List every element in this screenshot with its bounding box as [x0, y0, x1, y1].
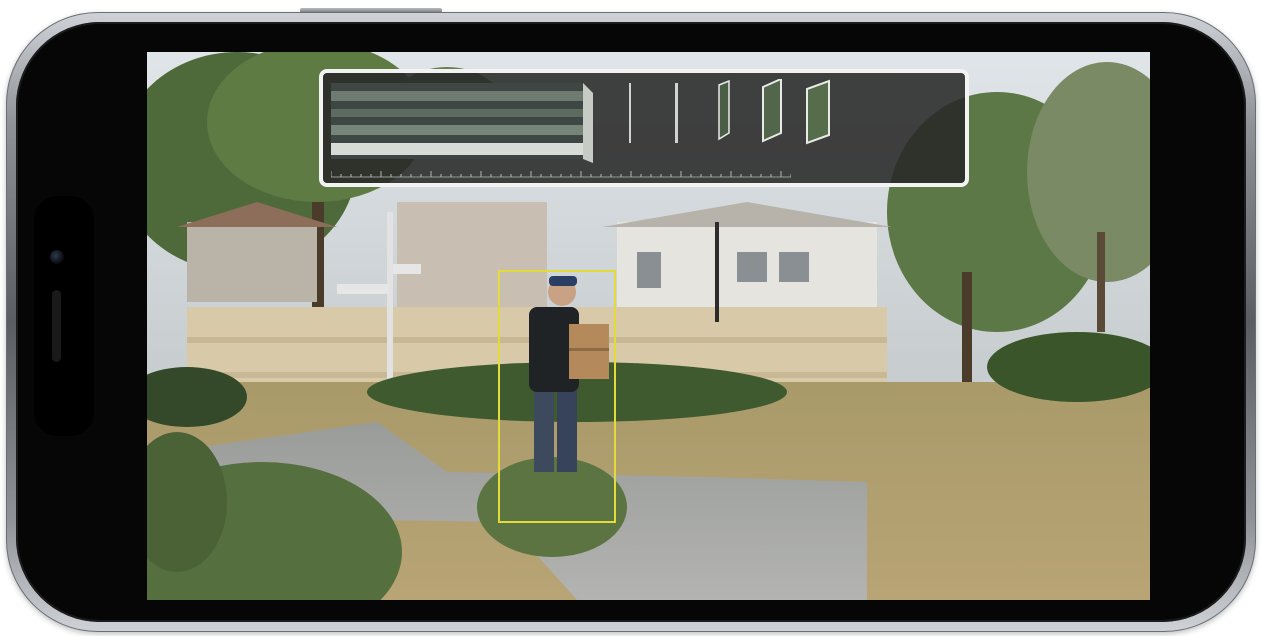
phone-notch — [34, 196, 94, 436]
person-detection-box[interactable] — [498, 270, 616, 523]
frame-thumb-1 — [718, 79, 730, 141]
front-camera-icon — [50, 250, 64, 264]
house-window-2 — [779, 252, 809, 282]
frame-thumb-2 — [762, 79, 782, 143]
house-left — [187, 222, 317, 302]
frame-slice-1 — [629, 83, 631, 143]
frame-thumb-3 — [806, 79, 830, 145]
tree-trunk-far-right — [1097, 232, 1105, 332]
timeline-scrubber-ticks[interactable] — [331, 170, 791, 178]
stacked-frames — [331, 83, 593, 163]
earpiece-speaker — [52, 290, 61, 362]
stage — [0, 0, 1261, 636]
house-window-3 — [637, 252, 661, 288]
signpost-board-1 — [337, 284, 389, 294]
frame-slice-2 — [675, 83, 678, 143]
tree-trunk-right — [962, 272, 972, 392]
lamp-post — [715, 222, 719, 322]
camera-screen[interactable] — [147, 52, 1150, 600]
timeline-panel[interactable] — [319, 69, 969, 187]
timeline-thumbnail-strip[interactable] — [331, 79, 961, 163]
signpost-board-2 — [393, 264, 421, 274]
house-window-1 — [737, 252, 767, 282]
